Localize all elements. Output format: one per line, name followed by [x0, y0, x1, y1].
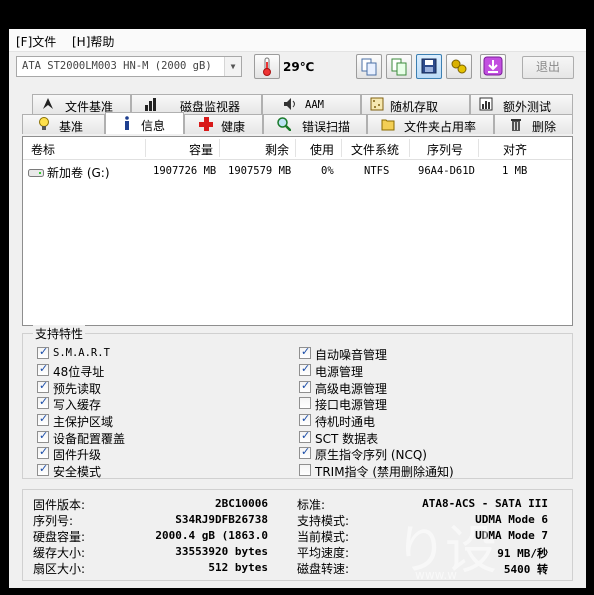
- serial-value: S34RJ9DFB26738: [175, 513, 268, 526]
- cell-capacity: 1907726 MB: [153, 165, 217, 177]
- cell-used: 0%: [321, 165, 334, 177]
- tab-random-access[interactable]: 随机存取: [361, 94, 470, 114]
- copy-all-button[interactable]: [386, 54, 412, 79]
- random-access-icon: [370, 97, 384, 111]
- extra-tests-icon: [479, 97, 493, 111]
- features-group: 支持特性 S.M.A.R.T 48位寻址 预先读取 写入缓存 主保护区域 设备配…: [22, 325, 573, 479]
- download-icon: [483, 56, 503, 76]
- drive-select-value: ATA ST2000LM003 HN-M (2000 gB): [22, 60, 212, 72]
- firmware-value: 2BC10006: [215, 497, 268, 510]
- col-alignment[interactable]: 对齐: [503, 141, 527, 158]
- cell-free: 1907579 MB: [228, 165, 292, 177]
- current-mode-label: 当前模式:: [297, 530, 350, 544]
- checkbox[interactable]: [299, 445, 311, 459]
- checkbox[interactable]: [37, 412, 49, 426]
- features-title: 支持特性: [33, 325, 86, 342]
- volume-list-header: 卷标 容量 剩余 使用 文件系统 序列号 对齐: [23, 137, 572, 160]
- cache-value: 33553920 bytes: [175, 545, 268, 558]
- tab-health[interactable]: 健康: [184, 114, 263, 134]
- sector-label: 扇区大小:: [33, 562, 86, 576]
- checkbox[interactable]: [37, 345, 49, 359]
- tab-error-scan[interactable]: 错误扫描: [263, 114, 367, 134]
- disk-monitor-icon: [145, 98, 156, 111]
- checkbox[interactable]: [37, 462, 49, 476]
- checkbox[interactable]: [299, 464, 311, 476]
- cache-label: 缓存大小:: [33, 546, 86, 560]
- checkbox[interactable]: [299, 429, 311, 443]
- checkbox[interactable]: [37, 445, 49, 459]
- thermometer-icon: [263, 57, 271, 76]
- rpm-value: 5400 转: [503, 563, 548, 576]
- col-free[interactable]: 剩余: [265, 141, 289, 158]
- folder-icon: [381, 119, 395, 131]
- tab-benchmark[interactable]: 基准: [22, 114, 105, 134]
- tab-aam[interactable]: AAM: [262, 94, 361, 114]
- tab-extra-tests[interactable]: 额外测试: [470, 94, 573, 114]
- save-icon: [421, 58, 437, 74]
- col-capacity[interactable]: 容量: [189, 141, 213, 158]
- chevron-down-icon[interactable]: ▼: [224, 57, 241, 76]
- cell-alignment: 1 MB: [502, 165, 528, 177]
- menu-bar: [F]文件 [H]帮助: [9, 29, 586, 52]
- checkbox[interactable]: [299, 397, 311, 409]
- magnifier-icon: [277, 117, 291, 131]
- tab-erase[interactable]: 删除: [494, 114, 573, 134]
- exit-button[interactable]: 退出: [522, 56, 574, 79]
- options-icon: [451, 59, 467, 74]
- lightbulb-icon: [39, 117, 49, 130]
- checkbox[interactable]: [299, 362, 311, 376]
- tab-file-benchmark[interactable]: 文件基准: [32, 94, 131, 114]
- watermark-url: www.w: [415, 568, 457, 582]
- options-button[interactable]: [446, 54, 472, 79]
- checkbox[interactable]: [299, 379, 311, 393]
- health-cross-icon: [199, 117, 213, 131]
- download-button[interactable]: [480, 54, 506, 79]
- tab-disk-monitor[interactable]: 磁盘监视器: [131, 94, 262, 114]
- menu-file[interactable]: [F]文件: [16, 33, 56, 50]
- col-serial[interactable]: 序列号: [427, 141, 463, 158]
- serial-label: 序列号:: [33, 514, 74, 528]
- checkbox[interactable]: [299, 345, 311, 359]
- col-filesystem[interactable]: 文件系统: [351, 141, 399, 158]
- checkbox[interactable]: [37, 429, 49, 443]
- col-used[interactable]: 使用: [310, 141, 334, 158]
- file-benchmark-icon: [43, 98, 53, 109]
- avg-speed-label: 平均速度:: [297, 546, 350, 560]
- checkbox[interactable]: [299, 412, 311, 426]
- temperature-value: 29℃: [283, 60, 315, 74]
- cell-serial: 96A4-D61D: [418, 165, 475, 177]
- speaker-icon: [284, 98, 295, 110]
- rpm-label: 磁盘转速:: [297, 562, 350, 576]
- save-button[interactable]: [416, 54, 442, 79]
- info-icon: [125, 116, 129, 130]
- drive-select[interactable]: ATA ST2000LM003 HN-M (2000 gB) ▼: [16, 56, 242, 77]
- copy-button[interactable]: [356, 54, 382, 79]
- cell-label: 新加卷 (G:): [47, 166, 110, 180]
- col-label[interactable]: 卷标: [31, 141, 55, 158]
- capacity-label: 硬盘容量:: [33, 530, 86, 544]
- checkbox[interactable]: [37, 395, 49, 409]
- trash-icon: [511, 119, 521, 131]
- capacity-value: 2000.4 gB (1863.0: [155, 529, 268, 542]
- temperature-button[interactable]: [254, 54, 280, 79]
- supported-mode-label: 支持模式:: [297, 514, 350, 528]
- standard-label: 标准:: [297, 498, 326, 512]
- checkbox[interactable]: [37, 379, 49, 393]
- volume-list[interactable]: 卷标 容量 剩余 使用 文件系统 序列号 对齐 新加卷 (G:) 1907726…: [22, 136, 573, 326]
- sector-value: 512 bytes: [208, 561, 268, 574]
- firmware-label: 固件版本:: [33, 498, 86, 512]
- copy-all-icon: [391, 58, 407, 76]
- tab-folder-usage[interactable]: 文件夹占用率: [367, 114, 494, 134]
- avg-speed-value: 91 MB/秒: [497, 547, 548, 560]
- cell-filesystem: NTFS: [364, 165, 390, 177]
- copy-icon: [361, 58, 377, 76]
- drive-icon: [28, 169, 44, 177]
- menu-help[interactable]: [H]帮助: [72, 33, 114, 50]
- checkbox[interactable]: [37, 362, 49, 376]
- tab-info[interactable]: 信息: [105, 112, 184, 134]
